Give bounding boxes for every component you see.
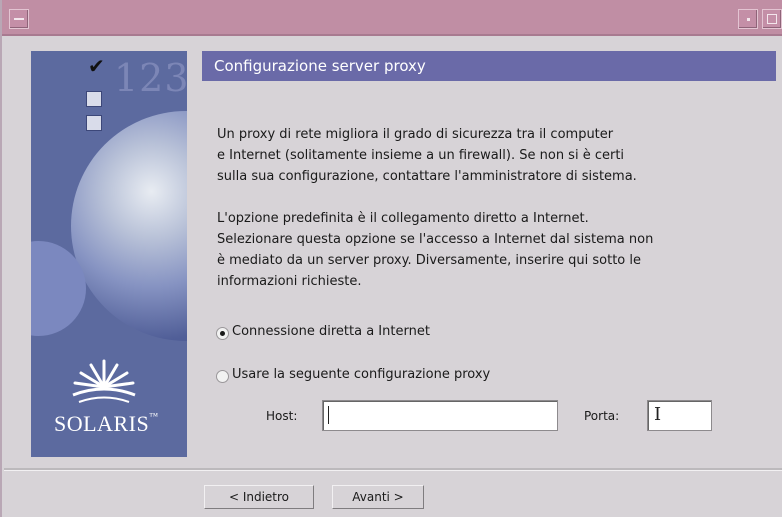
step-box-icon xyxy=(86,91,102,107)
intro-line: Un proxy di rete migliora il grado di si… xyxy=(217,127,614,142)
install-wizard-window: ✔ 123 SOLARIS™ Configurazione server pro… xyxy=(0,0,782,527)
solaris-brand: SOLARIS™ xyxy=(54,411,159,437)
direct-connection-label[interactable]: Connessione diretta a Internet xyxy=(232,324,430,339)
host-input[interactable] xyxy=(322,400,558,431)
intro-line: e Internet (solitamente insieme a un fir… xyxy=(217,148,625,163)
explanation-line: informazioni richieste. xyxy=(217,274,362,289)
step-box-icon xyxy=(86,115,102,131)
option-explanation-paragraph: L'opzione predefinita è il collegamento … xyxy=(217,208,653,292)
earth-image xyxy=(71,111,187,341)
page-header: Configurazione server proxy xyxy=(202,51,776,81)
page-title: Configurazione server proxy xyxy=(214,57,426,75)
back-button[interactable]: < Indietro xyxy=(204,485,314,509)
footer-divider xyxy=(4,468,782,471)
title-bar[interactable] xyxy=(2,0,782,36)
explanation-line: è mediato da un server proxy. Diversamen… xyxy=(217,253,641,268)
intro-line: sulla sua configurazione, contattare l'a… xyxy=(217,169,637,184)
trademark-mark: ™ xyxy=(149,411,159,421)
maximize-icon[interactable] xyxy=(762,9,782,29)
text-cursor xyxy=(328,406,329,424)
explanation-line: Selezionare questa opzione se l'accesso … xyxy=(217,232,654,247)
checkmark-icon: ✔ xyxy=(88,54,105,78)
host-label: Host: xyxy=(266,409,298,423)
step-number: 123 xyxy=(114,56,187,100)
direct-connection-radio[interactable] xyxy=(216,327,229,340)
wizard-sidebar-banner: ✔ 123 SOLARIS™ xyxy=(31,51,187,457)
proxy-config-label[interactable]: Usare la seguente configurazione proxy xyxy=(232,367,490,382)
window-menu-icon[interactable] xyxy=(9,9,29,29)
port-input[interactable]: I xyxy=(647,400,712,431)
proxy-config-radio[interactable] xyxy=(216,370,229,383)
ibeam-cursor-icon: I xyxy=(654,404,662,425)
intro-paragraph: Un proxy di rete migliora il grado di si… xyxy=(217,124,637,187)
sun-logo-icon xyxy=(72,359,136,403)
port-label: Porta: xyxy=(584,409,620,423)
brand-text: SOLARIS xyxy=(54,411,150,436)
next-button[interactable]: Avanti > xyxy=(332,485,424,509)
minimize-icon[interactable] xyxy=(738,9,758,29)
screen-bottom-edge xyxy=(0,517,782,527)
explanation-line: L'opzione predefinita è il collegamento … xyxy=(217,211,589,226)
